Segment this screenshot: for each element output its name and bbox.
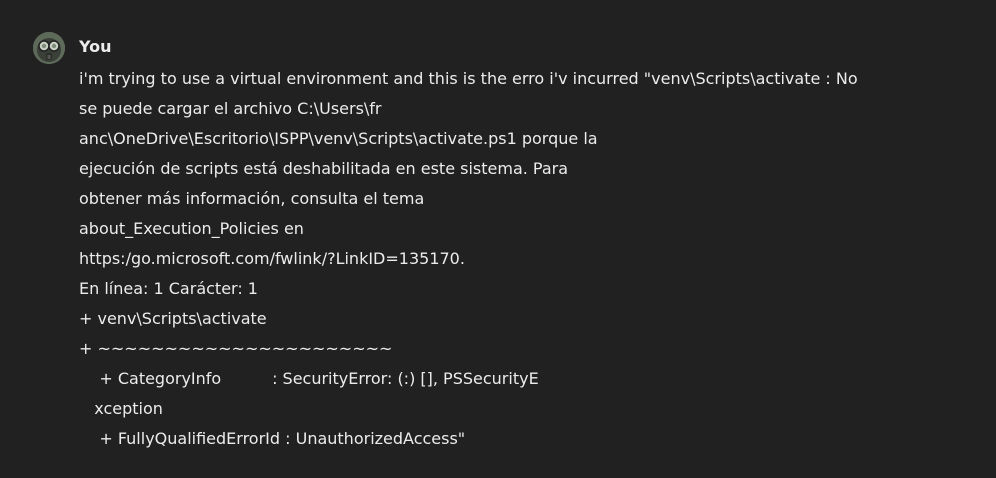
gas-mask-avatar-icon: [33, 32, 65, 64]
message-line: xception: [79, 399, 163, 418]
message-line: https:/go.microsoft.com/fwlink/?LinkID=1…: [79, 249, 465, 268]
message-author: You: [79, 37, 112, 56]
message-line: En línea: 1 Carácter: 1: [79, 279, 258, 298]
user-avatar: [33, 32, 65, 64]
message-line: about_Execution_Policies en: [79, 219, 304, 238]
message-line: + ~~~~~~~~~~~~~~~~~~~~~~: [79, 339, 393, 358]
message-line: anc\OneDrive\Escritorio\ISPP\venv\Script…: [79, 129, 598, 148]
message-line: + CategoryInfo : SecurityError: (:) [], …: [79, 369, 539, 388]
message-body: i'm trying to use a virtual environment …: [79, 64, 979, 454]
message-line: ejecución de scripts está deshabilitada …: [79, 159, 569, 178]
message-line: obtener más información, consulta el tem…: [79, 189, 425, 208]
message-line: + FullyQualifiedErrorId : UnauthorizedAc…: [79, 429, 466, 448]
message-line: + venv\Scripts\activate: [79, 309, 267, 328]
message-line: se puede cargar el archivo C:\Users\fr: [79, 99, 382, 118]
message-line: i'm trying to use a virtual environment …: [79, 69, 858, 88]
user-message: You i'm trying to use a virtual environm…: [0, 0, 996, 478]
